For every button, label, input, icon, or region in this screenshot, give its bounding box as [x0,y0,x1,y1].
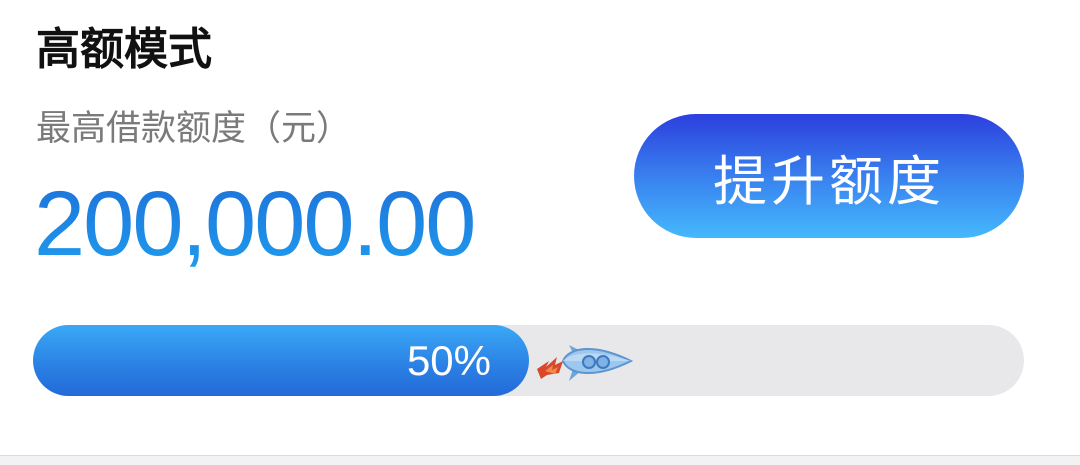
progress-label: 50% [406,337,491,384]
high-limit-card: 高额模式 最高借款额度（元） 200,000.00 提升额度 50% [0,0,1080,455]
limit-amount: 200,000.00 [34,173,476,275]
section-divider [0,455,1080,465]
raise-limit-button[interactable]: 提升额度 [634,114,1024,238]
progress-bar: 50% [33,325,1024,396]
progress-fill: 50% [33,325,529,396]
limit-label: 最高借款额度（元） [36,109,352,149]
mode-title: 高额模式 [36,24,212,75]
rocket-icon [537,345,633,381]
